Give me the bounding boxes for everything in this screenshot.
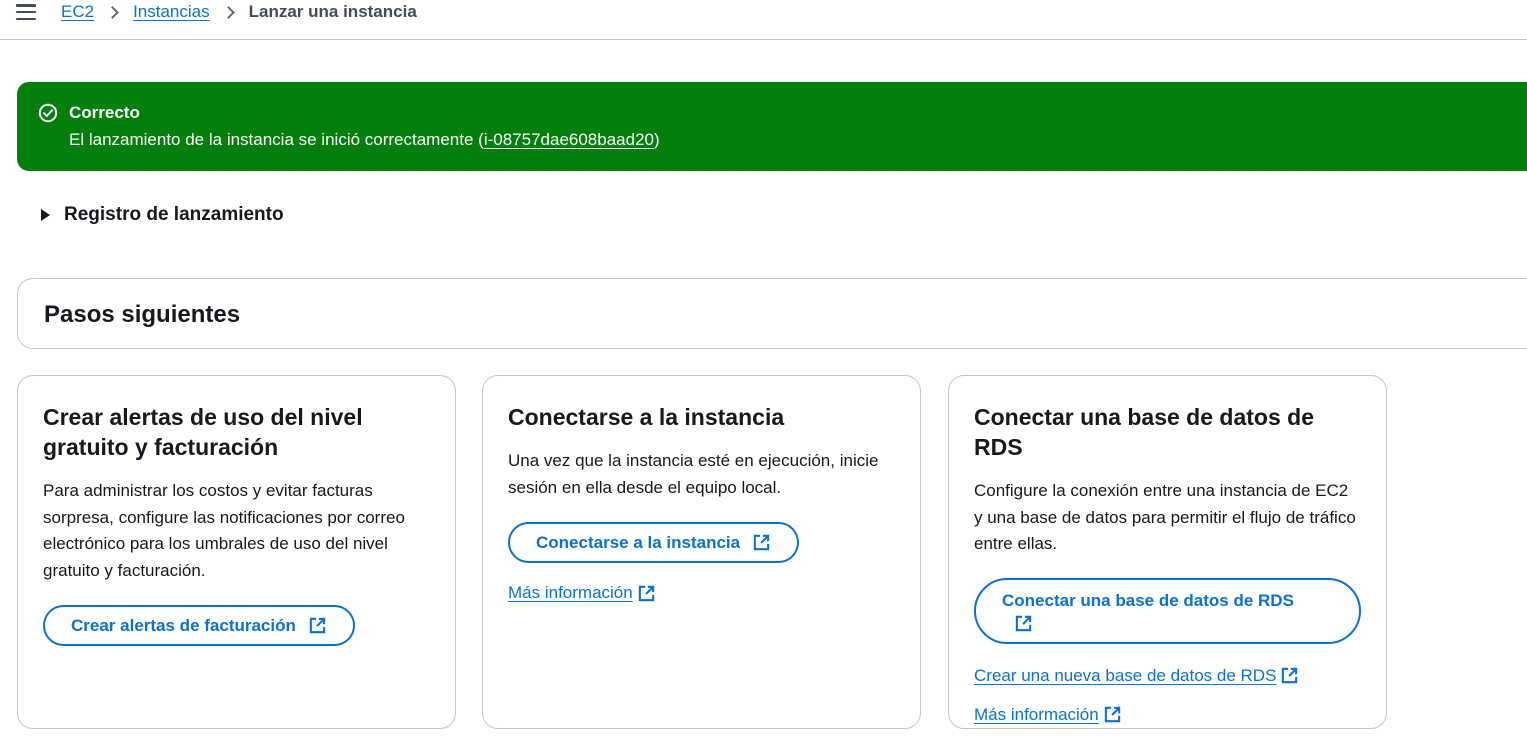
external-link-icon xyxy=(1104,706,1120,723)
create-rds-database-link[interactable]: Crear una nueva base de datos de RDS xyxy=(974,666,1299,686)
flash-message-prefix: El lanzamiento de la instancia se inició… xyxy=(69,130,484,149)
flash-message-suffix: ) xyxy=(654,130,660,149)
success-flash-banner: Correcto El lanzamiento de la instancia … xyxy=(17,82,1527,171)
launch-log-label: Registro de lanzamiento xyxy=(64,204,284,225)
breadcrumb: EC2 Instancias Lanzar una instancia xyxy=(61,2,417,22)
button-label: Conectarse a la instancia xyxy=(536,532,741,552)
top-navigation-bar: EC2 Instancias Lanzar una instancia xyxy=(0,0,1527,40)
card-connect-instance: Conectarse a la instancia Una vez que la… xyxy=(482,375,921,729)
link-label: Crear una nueva base de datos de RDS xyxy=(974,665,1277,685)
card-title: Conectar una base de datos de RDS xyxy=(974,404,1314,460)
link-label: Más información xyxy=(974,704,1099,724)
check-circle-icon xyxy=(38,103,58,123)
breadcrumb-current: Lanzar una instancia xyxy=(248,2,417,21)
card-description: Para administrar los costos y evitar fac… xyxy=(43,481,405,580)
card-connect-rds: Conectar una base de datos de RDS Config… xyxy=(948,375,1387,729)
connect-instance-button[interactable]: Conectarse a la instancia xyxy=(508,522,800,563)
breadcrumb-instancias[interactable]: Instancias xyxy=(133,2,210,22)
external-link-icon xyxy=(309,617,326,634)
card-description: Configure la conexión entre una instanci… xyxy=(974,481,1356,553)
button-label: Crear alertas de facturación xyxy=(71,615,296,635)
more-info-link[interactable]: Más información xyxy=(508,583,656,603)
more-info-link[interactable]: Más información xyxy=(974,705,1122,725)
chevron-right-icon xyxy=(221,5,235,19)
create-billing-alerts-button[interactable]: Crear alertas de facturación xyxy=(43,605,355,646)
connect-rds-button[interactable]: Conectar una base de datos de RDS xyxy=(974,577,1361,644)
button-label: Conectar una base de datos de RDS xyxy=(1002,591,1294,610)
card-title: Crear alertas de uso del nivel gratuito … xyxy=(43,404,363,460)
card-billing-alerts: Crear alertas de uso del nivel gratuito … xyxy=(17,375,456,729)
instance-id-link[interactable]: i-08757dae608baad20 xyxy=(484,130,654,149)
flash-message: El lanzamiento de la instancia se inició… xyxy=(69,128,1527,152)
external-link-icon xyxy=(753,534,770,551)
chevron-right-icon xyxy=(106,5,119,19)
card-description: Una vez que la instancia esté en ejecuci… xyxy=(508,451,879,497)
flash-title: Correcto xyxy=(69,103,140,122)
next-steps-container: Pasos siguientes xyxy=(17,278,1527,349)
breadcrumb-ec2[interactable]: EC2 xyxy=(61,2,94,22)
external-link-icon xyxy=(1015,615,1032,632)
caret-right-icon xyxy=(41,209,50,221)
card-title: Conectarse a la instancia xyxy=(508,404,785,430)
launch-log-expander[interactable]: Registro de lanzamiento xyxy=(41,204,284,226)
next-steps-title: Pasos siguientes xyxy=(44,301,241,328)
menu-icon[interactable] xyxy=(16,4,36,20)
link-label: Más información xyxy=(508,583,633,602)
external-link-icon xyxy=(1282,667,1298,684)
external-link-icon xyxy=(638,585,654,601)
